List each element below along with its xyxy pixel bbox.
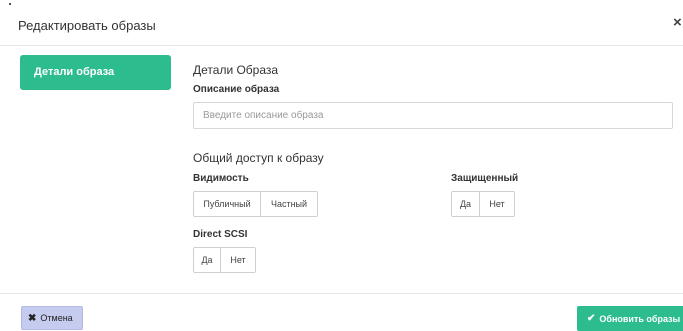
close-icon: ✖ (28, 312, 37, 324)
direct-scsi-no-button[interactable]: Нет (221, 247, 256, 273)
direct-scsi-toggle: Да Нет (193, 247, 256, 273)
cancel-button[interactable]: ✖ Отмена (21, 306, 83, 330)
protected-yes-button[interactable]: Да (451, 191, 480, 217)
direct-scsi-yes-button[interactable]: Да (193, 247, 221, 273)
close-icon[interactable]: × (673, 14, 682, 31)
update-images-button[interactable]: ✔ Обновить образы (577, 306, 683, 331)
footer-divider (0, 293, 683, 294)
protected-no-button[interactable]: Нет (480, 191, 515, 217)
visibility-label: Видимость (193, 173, 249, 184)
visibility-private-button[interactable]: Частный (261, 191, 318, 217)
protected-label: Защищенный (451, 173, 519, 184)
check-icon: ✔ (587, 313, 596, 324)
details-heading: Детали Образа (193, 63, 279, 77)
description-input[interactable] (193, 102, 673, 129)
modal-title: Редактировать образы (18, 18, 156, 33)
header-divider (0, 45, 683, 46)
visibility-public-button[interactable]: Публичный (193, 191, 261, 217)
visibility-toggle: Публичный Частный (193, 191, 318, 217)
direct-scsi-label: Direct SCSI (193, 229, 248, 240)
update-images-label: Обновить образы (599, 313, 681, 324)
sidebar-tab-image-details[interactable]: Детали образа (20, 55, 171, 90)
description-label: Описание образа (193, 84, 280, 95)
cancel-label: Отмена (40, 313, 73, 323)
sharing-heading: Общий доступ к образу (193, 151, 324, 165)
protected-toggle: Да Нет (451, 191, 515, 217)
stray-dot (9, 3, 11, 5)
